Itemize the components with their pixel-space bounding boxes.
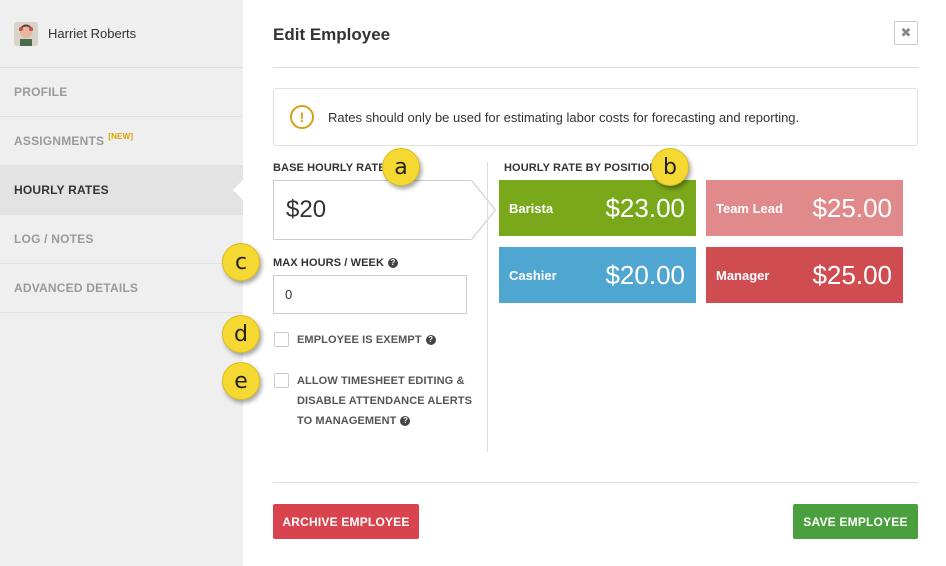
sidebar-item-label: HOURLY RATES [14,183,109,197]
callout-marker: a [382,148,420,186]
help-icon[interactable]: ? [388,258,398,269]
timesheet-label-line: ALLOW TIMESHEET EDITING & [297,375,465,387]
position-tile-cashier[interactable]: Cashier $20.00 [499,247,696,303]
exempt-label: EMPLOYEE IS EXEMPT? [297,330,436,350]
callout-marker: d [222,315,260,353]
divider [273,482,918,483]
help-icon[interactable]: ? [425,335,436,346]
vertical-divider [487,162,488,452]
timesheet-label-line: TO MANAGEMENT [297,415,397,427]
max-hours-label-text: MAX HOURS / WEEK [273,257,384,269]
save-employee-button[interactable]: SAVE EMPLOYEE [793,504,918,539]
position-rate: $23.00 [605,192,685,223]
max-hours-label: MAX HOURS / WEEK? [273,257,398,269]
help-icon[interactable]: ? [400,416,411,427]
position-tile-barista[interactable]: Barista $23.00 [499,180,696,236]
timesheet-label-line-last: TO MANAGEMENT? [297,411,472,431]
rate-arrow-icon [471,180,497,240]
close-icon: ✖ [900,25,912,40]
max-hours-input[interactable]: 0 [273,275,467,314]
new-badge: [NEW] [108,131,134,141]
sidebar-item-profile[interactable]: PROFILE [0,68,243,117]
close-button[interactable]: ✖ [894,21,918,45]
notice-text: Rates should only be used for estimating… [328,109,800,125]
sidebar: Harriet Roberts PROFILE ASSIGNMENTS [NEW… [0,0,243,566]
callout-marker: e [222,362,260,400]
warning-icon: ! [290,105,314,129]
timesheet-checkbox[interactable] [274,373,289,388]
position-rate: $25.00 [812,192,892,223]
user-name: Harriet Roberts [48,26,137,41]
callout-marker: c [222,243,260,281]
archive-employee-button[interactable]: ARCHIVE EMPLOYEE [273,504,419,539]
position-tile-team-lead[interactable]: Team Lead $25.00 [706,180,903,236]
sidebar-item-assignments[interactable]: ASSIGNMENTS [NEW] [0,117,243,166]
page-title: Edit Employee [273,25,391,44]
timesheet-label: ALLOW TIMESHEET EDITING & DISABLE ATTEND… [297,371,472,431]
base-rate-input[interactable]: $20 [273,180,472,240]
position-name: Cashier [509,267,557,283]
position-rate: $20.00 [605,259,685,290]
exempt-checkbox[interactable] [274,332,289,347]
sidebar-item-advanced-details[interactable]: ADVANCED DETAILS [0,264,243,313]
sidebar-item-label: PROFILE [14,85,68,99]
avatar [14,21,38,46]
position-rate: $25.00 [812,259,892,290]
sidebar-item-label: ASSIGNMENTS [14,134,105,148]
base-rate-label: BASE HOURLY RATE [273,162,386,174]
position-name: Manager [716,267,770,283]
callout-marker: b [651,148,689,186]
sidebar-item-label: LOG / NOTES [14,232,94,246]
timesheet-label-line: DISABLE ATTENDANCE ALERTS [297,395,473,407]
exempt-label-text: EMPLOYEE IS EXEMPT [297,334,422,346]
user-header: Harriet Roberts [0,0,243,68]
edit-employee-panel: Edit Employee ✖ ! Rates should only be u… [243,0,946,566]
position-name: Barista [509,200,554,216]
sidebar-item-hourly-rates[interactable]: HOURLY RATES [0,166,243,215]
positions-label: HOURLY RATE BY POSITION [504,162,658,174]
position-tile-manager[interactable]: Manager $25.00 [706,247,903,303]
sidebar-item-log-notes[interactable]: LOG / NOTES [0,215,243,264]
position-name: Team Lead [716,200,783,216]
sidebar-item-label: ADVANCED DETAILS [14,281,139,295]
divider [273,67,918,68]
notice-banner: ! Rates should only be used for estimati… [273,88,918,146]
